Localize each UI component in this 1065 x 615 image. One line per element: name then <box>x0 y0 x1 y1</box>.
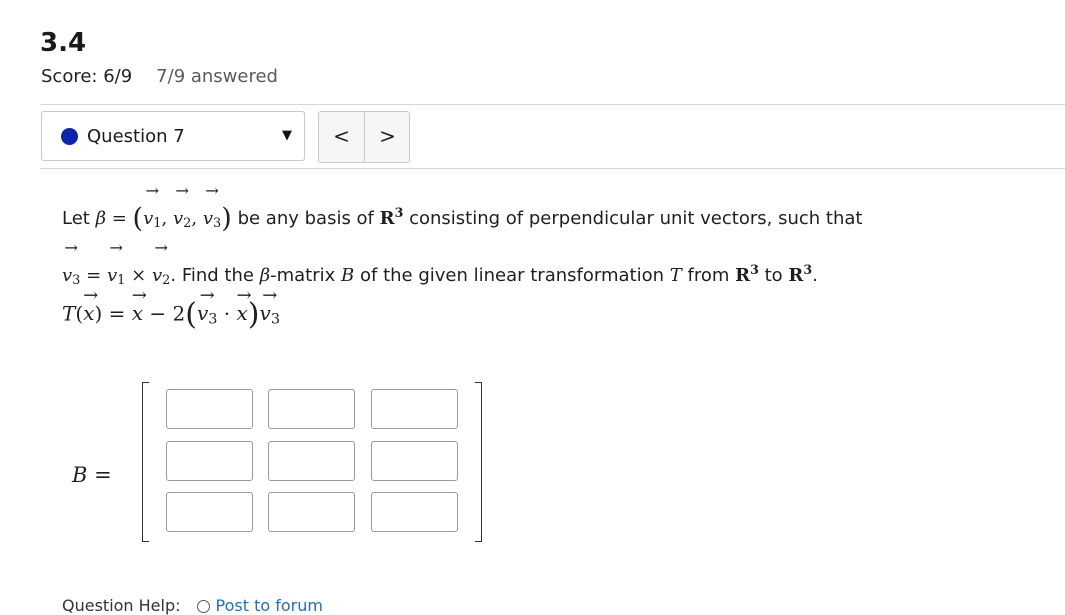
caret-down-icon: ▼ <box>282 128 292 143</box>
right-bracket <box>475 382 482 542</box>
prompt-line-1: Let β = (v1, v2, v3) be any basis of R3 … <box>62 183 863 247</box>
equals-sign: = <box>111 207 127 229</box>
transformation-formula: T(x) = x − 2(v3 · x)v3 <box>62 287 281 332</box>
prompt-text: . Find the <box>170 265 254 287</box>
beta-symbol: β <box>259 265 271 287</box>
score-text: Score: 6/9 <box>41 66 133 87</box>
matrix-cell-2-1[interactable] <box>166 441 253 481</box>
real-space-symbol: R3 <box>788 262 813 287</box>
previous-question-button[interactable]: < <box>319 112 364 162</box>
score-line: Score: 6/9 7/9 answered <box>41 66 278 87</box>
vector-x: x <box>237 287 249 325</box>
next-question-button[interactable]: > <box>365 112 410 162</box>
matrix-cell-2-2[interactable] <box>268 441 355 481</box>
question-prompt: Let β = (v1, v2, v3) be any basis of R3 … <box>62 183 863 304</box>
prompt-text: from <box>687 265 730 287</box>
divider <box>40 104 1065 105</box>
close-paren: ) <box>221 203 232 235</box>
vector-x: x <box>132 287 144 325</box>
vector-v2: v2 <box>173 183 192 247</box>
answered-count: 7/9 answered <box>156 66 278 87</box>
cross-product-sign: × <box>131 265 147 287</box>
question-select-label: Question 7 <box>87 126 185 147</box>
prompt-text: -matrix <box>270 265 336 287</box>
transformation-symbol: T <box>669 265 682 287</box>
prompt-text: of the given linear transformation <box>360 265 665 287</box>
matrix-cell-2-3[interactable] <box>371 441 458 481</box>
vector-x: x <box>83 287 95 325</box>
forum-icon <box>196 600 210 613</box>
real-space-symbol: R3 <box>735 262 759 287</box>
post-to-forum-link[interactable]: Post to forum <box>216 596 323 615</box>
question-nav: < > <box>318 111 410 163</box>
vector-v3: v3 <box>203 183 222 247</box>
matrix-cell-1-1[interactable] <box>166 389 253 429</box>
real-space-symbol: R3 <box>379 205 404 229</box>
prompt-text: to <box>764 265 783 287</box>
matrix-cell-3-3[interactable] <box>371 492 458 532</box>
vector-v3: v3 <box>260 287 281 328</box>
prompt-line-2: v3 = v1 × v2. Find the β-matrix B of the… <box>62 240 862 304</box>
section-title: 3.4 <box>40 28 87 58</box>
prompt-text: consisting of perpendicular unit vectors… <box>409 207 863 229</box>
beta-symbol: β <box>95 207 106 229</box>
matrix-cell-1-3[interactable] <box>371 389 458 429</box>
help-label: Question Help: <box>62 596 181 615</box>
question-help: Question Help: Post to forum <box>62 596 323 615</box>
matrix-input <box>142 382 482 542</box>
matrix-cell-3-2[interactable] <box>268 492 355 532</box>
vector-v1: v1 <box>107 240 126 304</box>
open-paren: ( <box>132 203 144 235</box>
prompt-text: Let <box>62 207 90 229</box>
equals-sign: = <box>86 265 102 287</box>
vector-v3: v3 <box>62 240 81 304</box>
question-select-dropdown[interactable]: Question 7 ▼ <box>41 111 305 161</box>
question-status-dot <box>61 128 78 145</box>
vector-v3: v3 <box>197 287 218 328</box>
matrix-cell-3-1[interactable] <box>166 492 253 532</box>
vector-v2: v2 <box>152 240 171 304</box>
divider <box>40 168 1065 169</box>
open-paren: ( <box>185 297 197 332</box>
matrix-cell-1-2[interactable] <box>268 389 355 429</box>
matrix-symbol-b: B <box>341 265 355 287</box>
matrix-label: B = <box>72 463 112 487</box>
left-bracket <box>142 382 149 542</box>
prompt-text: be any basis of <box>237 207 374 229</box>
